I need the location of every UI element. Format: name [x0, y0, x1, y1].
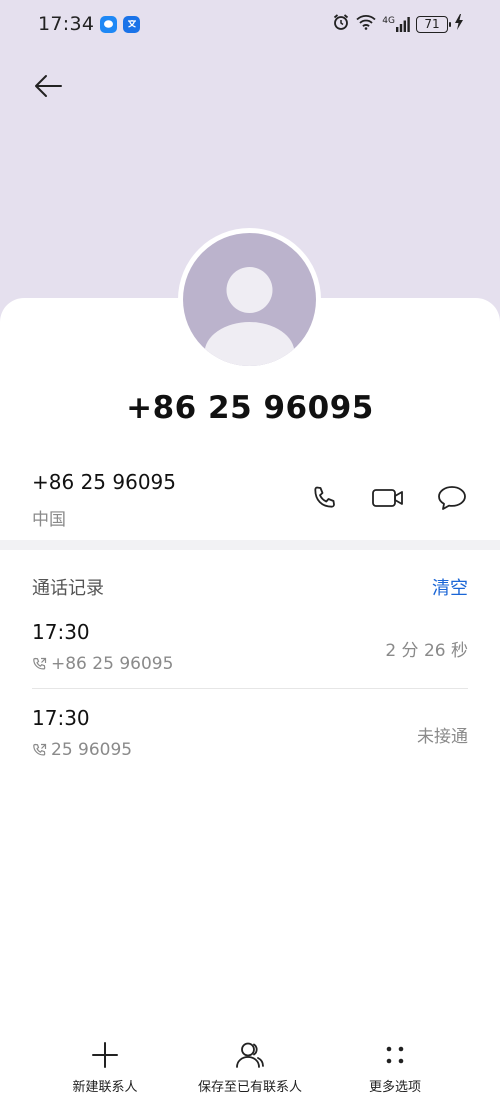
status-right: 4G 71: [332, 13, 464, 35]
list-separator: [32, 688, 468, 689]
alarm-icon: [332, 13, 350, 35]
call-status: 未接通: [417, 727, 468, 747]
number-row[interactable]: +86 25 96095 中国: [0, 458, 500, 538]
back-button[interactable]: [28, 66, 68, 106]
call-number-row: 25 96095: [32, 740, 132, 760]
call-number: +86 25 96095: [51, 654, 174, 674]
status-left: 17:34: [38, 13, 141, 35]
video-call-icon: [372, 489, 403, 507]
more-options-button[interactable]: 更多选项: [356, 1040, 434, 1095]
status-bar: 17:34 4G 71: [0, 0, 500, 48]
plus-icon: [92, 1042, 118, 1068]
section-divider: [0, 540, 500, 550]
save-to-existing-button[interactable]: 保存至已有联系人: [190, 1040, 310, 1095]
call-time: 17:30: [32, 706, 90, 730]
call-time: 17:30: [32, 620, 90, 644]
call-button[interactable]: [306, 480, 342, 516]
contact-title: +86 25 96095: [126, 390, 374, 426]
phone-icon: [314, 486, 335, 508]
more-dots-icon: [386, 1046, 404, 1064]
battery-indicator: 71: [416, 15, 451, 33]
wifi-icon: [356, 14, 376, 34]
charging-icon: [454, 14, 464, 34]
message-icon: [438, 486, 466, 510]
phone-number: +86 25 96095: [32, 470, 176, 494]
more-options-label: 更多选项: [368, 1080, 421, 1095]
avatar-ring: [178, 228, 321, 371]
outgoing-call-icon: [33, 657, 47, 670]
network-type: 4G: [382, 16, 395, 26]
cellular-signal-icon: 4G: [382, 16, 410, 32]
save-to-existing-label: 保存至已有联系人: [197, 1080, 302, 1095]
call-log-heading: 通话记录: [32, 578, 104, 599]
call-number-row: +86 25 96095: [32, 654, 173, 674]
call-duration: 2 分 26 秒: [385, 641, 468, 661]
new-contact-label: 新建联系人: [72, 1080, 138, 1095]
clear-call-log-button[interactable]: 清空: [432, 574, 468, 600]
battery-level: 71: [424, 17, 440, 31]
call-number: 25 96095: [51, 740, 133, 760]
avatar: [183, 233, 316, 366]
number-location: 中国: [32, 510, 66, 530]
bottom-action-bar: 新建联系人 保存至已有联系人 更多选项: [0, 1040, 500, 1097]
message-button[interactable]: [434, 480, 470, 516]
call-log-item[interactable]: 17:30 25 96095 未接通: [32, 706, 468, 786]
video-call-button[interactable]: [370, 480, 406, 516]
back-arrow-icon: [35, 75, 62, 97]
new-contact-button[interactable]: 新建联系人: [62, 1040, 148, 1095]
translate-notification-icon: [123, 15, 141, 33]
person-icon: [236, 1042, 264, 1068]
outgoing-call-icon: [33, 743, 47, 756]
default-person-avatar-icon: [204, 267, 295, 366]
status-time: 17:34: [38, 13, 95, 35]
chat-notification-icon: [100, 15, 118, 33]
